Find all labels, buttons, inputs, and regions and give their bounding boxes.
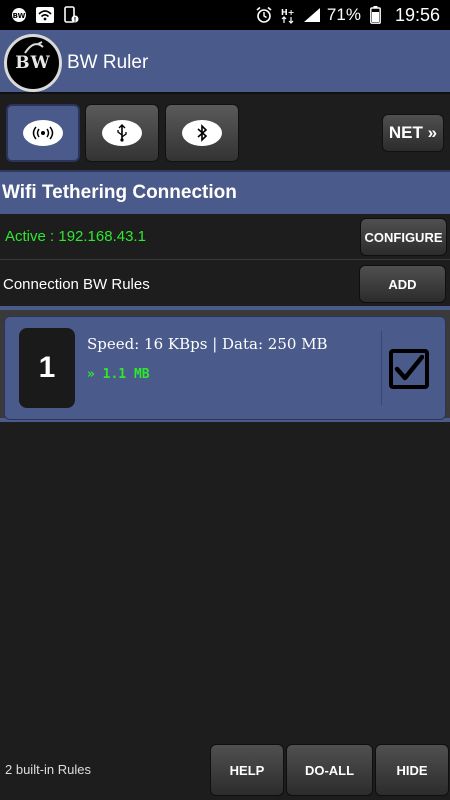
bluetooth-mode-button[interactable] [165,104,239,162]
active-address: Active : 192.168.43.1 [5,228,146,245]
mode-toolbar: NET » [0,96,450,168]
section-title: Wifi Tethering Connection [2,182,237,203]
svg-text:!: ! [74,17,77,24]
rule-enabled-checkbox[interactable] [389,349,429,389]
checkmark-icon [394,355,424,381]
add-rule-button[interactable]: ADD [359,265,446,303]
svg-text:BW: BW [13,12,26,20]
rules-label: Connection BW Rules [3,275,150,293]
bluetooth-icon [182,120,222,146]
app-screen: BW ! H+ 71% 19:56 BW BW Ruler NET » Wifi… [0,0,450,800]
usb-mode-button[interactable] [85,104,159,162]
status-right: H+ 71% 19:56 [255,5,440,26]
rule-number: 1 [19,328,75,408]
logo-text: BW [15,53,51,73]
rules-header-row: Connection BW Rules ADD [0,261,450,307]
battery-percent: 71% [326,5,361,24]
svg-text:H+: H+ [281,8,294,17]
wifi-icon [36,6,54,24]
do-all-button[interactable]: DO-ALL [286,744,373,796]
rule-divider [381,331,382,405]
built-in-rules-count: 2 built-in Rules [5,762,91,777]
hide-button[interactable]: HIDE [375,744,449,796]
section-header: Wifi Tethering Connection [0,170,450,214]
status-bar: BW ! H+ 71% 19:56 [0,0,450,30]
app-notification-icon: BW [10,6,28,24]
rule-speed-data: Speed: 16 KBps | Data: 250 MB [87,335,328,353]
configure-button[interactable]: CONFIGURE [360,218,447,256]
logo-antenna-icon [24,41,44,54]
app-title: BW Ruler [67,52,149,73]
wifi-tethering-icon [23,120,63,146]
alarm-icon [255,6,273,24]
hplus-icon: H+ [279,6,297,24]
status-left-icons: BW ! [10,6,80,24]
usb-icon [102,120,142,146]
app-logo[interactable]: BW [4,34,62,92]
rule-card[interactable]: 1 Speed: 16 KBps | Data: 250 MB » 1.1 MB [4,316,446,420]
clock: 19:56 [394,4,440,25]
net-button[interactable]: NET » [382,114,444,152]
rule-usage: » 1.1 MB [87,367,150,382]
phone-data-icon: ! [62,6,80,24]
battery-icon [367,6,385,24]
help-button[interactable]: HELP [210,744,284,796]
signal-icon [303,6,321,24]
wifi-tethering-mode-button[interactable] [6,104,80,162]
rules-list: 1 Speed: 16 KBps | Data: 250 MB » 1.1 MB [0,306,450,422]
active-connection-row: Active : 192.168.43.1 CONFIGURE [0,214,450,260]
